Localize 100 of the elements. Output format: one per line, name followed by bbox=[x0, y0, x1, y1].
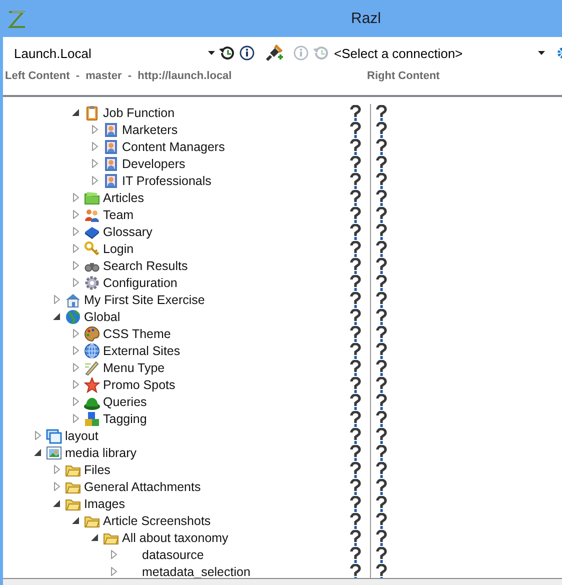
question-mark-icon bbox=[376, 342, 387, 358]
plug-icon[interactable] bbox=[264, 43, 284, 63]
question-mark-icon bbox=[350, 240, 361, 256]
tree-item[interactable]: Login bbox=[103, 242, 134, 256]
tree-item[interactable]: Articles bbox=[103, 190, 144, 204]
picture-icon bbox=[46, 444, 62, 460]
person-icon bbox=[103, 122, 119, 138]
tree-item[interactable]: Queries bbox=[103, 394, 147, 408]
question-mark-icon bbox=[350, 428, 361, 444]
tree-item[interactable]: Glossary bbox=[103, 224, 152, 238]
blocks-icon bbox=[84, 410, 100, 426]
question-mark-icon bbox=[376, 512, 387, 528]
pencil-icon bbox=[84, 360, 100, 376]
question-mark-icon bbox=[376, 156, 387, 172]
window-title: Razl bbox=[351, 10, 382, 27]
tree-item[interactable]: Team bbox=[103, 208, 134, 222]
connection-dropdown[interactable]: <Select a connection> bbox=[334, 46, 538, 60]
tree-item[interactable]: Configuration bbox=[103, 276, 178, 290]
question-mark-icon bbox=[376, 478, 387, 494]
tree-item[interactable]: All about taxonomy bbox=[122, 530, 228, 544]
question-mark-icon bbox=[376, 410, 387, 426]
question-mark-icon bbox=[376, 462, 387, 478]
tree-item[interactable]: Job Function bbox=[103, 106, 175, 120]
question-mark-icon bbox=[376, 122, 387, 138]
tree-item[interactable]: media library bbox=[65, 446, 137, 460]
question-mark-icon bbox=[350, 156, 361, 172]
tree-item[interactable]: Article Screenshots bbox=[103, 514, 211, 528]
question-mark-icon bbox=[376, 376, 387, 392]
expander-icon[interactable] bbox=[90, 533, 99, 542]
question-mark-icon bbox=[350, 274, 361, 290]
tree-item[interactable]: General Attachments bbox=[84, 480, 201, 494]
question-mark-icon bbox=[350, 530, 361, 546]
clipboard-icon bbox=[84, 104, 100, 120]
tree-item[interactable]: Global bbox=[84, 310, 120, 324]
info-icon[interactable] bbox=[239, 45, 255, 61]
question-mark-icon bbox=[350, 360, 361, 376]
question-mark-icon bbox=[350, 292, 361, 308]
house-icon bbox=[65, 292, 81, 308]
tree-item[interactable]: layout bbox=[65, 428, 98, 442]
question-mark-icon bbox=[350, 564, 361, 578]
question-mark-icon bbox=[376, 360, 387, 376]
question-mark-icon bbox=[376, 104, 387, 120]
palette-icon bbox=[84, 326, 100, 342]
horizontal-scrollbar[interactable] bbox=[3, 578, 562, 585]
connection-dropdown[interactable]: Launch.Local bbox=[14, 46, 208, 60]
expander-icon[interactable] bbox=[71, 108, 80, 117]
tree-item[interactable]: CSS Theme bbox=[103, 326, 171, 340]
question-mark-icon bbox=[350, 512, 361, 528]
person-icon bbox=[103, 138, 119, 154]
question-mark-icon bbox=[376, 172, 387, 188]
expander-icon[interactable] bbox=[33, 448, 42, 457]
expander-icon[interactable] bbox=[52, 499, 61, 508]
expander-icon[interactable] bbox=[52, 312, 61, 321]
question-mark-icon bbox=[376, 138, 387, 154]
caret-icon bbox=[538, 51, 545, 55]
question-mark-icon bbox=[376, 394, 387, 410]
question-mark-icon bbox=[350, 326, 361, 342]
question-mark-icon bbox=[376, 564, 387, 578]
column-header: Left Content - master - http://launch.local bbox=[5, 70, 233, 82]
question-mark-icon bbox=[376, 224, 387, 240]
history-icon[interactable] bbox=[218, 44, 236, 62]
tree-item[interactable]: Tagging bbox=[103, 412, 147, 426]
question-mark-icon bbox=[350, 308, 361, 324]
tree-item[interactable]: Files bbox=[84, 462, 110, 476]
gear-icon bbox=[84, 274, 100, 290]
expander-icon[interactable] bbox=[71, 516, 80, 525]
question-mark-icon bbox=[376, 206, 387, 222]
question-mark-icon bbox=[376, 326, 387, 342]
question-mark-icon bbox=[350, 546, 361, 562]
question-mark-icon bbox=[376, 258, 387, 274]
question-mark-icon bbox=[350, 138, 361, 154]
question-mark-icon bbox=[350, 462, 361, 478]
question-mark-icon bbox=[350, 376, 361, 392]
question-mark-icon bbox=[350, 444, 361, 460]
tree-item[interactable]: IT Professionals bbox=[122, 174, 212, 188]
question-mark-icon bbox=[350, 410, 361, 426]
tree-item[interactable]: Menu Type bbox=[103, 360, 165, 374]
column-header: Right Content bbox=[367, 70, 440, 82]
tree-item[interactable]: Content Managers bbox=[122, 140, 225, 154]
tree-item[interactable]: Promo Spots bbox=[103, 378, 176, 392]
question-mark-icon bbox=[376, 190, 387, 206]
star-icon bbox=[84, 376, 100, 392]
question-mark-icon bbox=[350, 496, 361, 512]
key-icon bbox=[84, 240, 100, 256]
question-mark-icon bbox=[350, 394, 361, 410]
tree-item[interactable]: External Sites bbox=[103, 344, 180, 358]
tree-item[interactable]: metadata_selection bbox=[142, 564, 250, 578]
person-icon bbox=[103, 156, 119, 172]
question-mark-icon bbox=[376, 274, 387, 290]
tree-item[interactable]: Marketers bbox=[122, 122, 178, 136]
question-mark-icon bbox=[376, 428, 387, 444]
question-mark-icon bbox=[350, 258, 361, 274]
person-icon bbox=[103, 172, 119, 188]
tree-item[interactable]: Images bbox=[84, 496, 125, 510]
tree-item[interactable]: datasource bbox=[142, 548, 204, 562]
tree-item[interactable]: Search Results bbox=[103, 258, 188, 272]
question-mark-icon bbox=[350, 122, 361, 138]
tree-item[interactable]: My First Site Exercise bbox=[84, 292, 205, 306]
question-mark-icon bbox=[376, 240, 387, 256]
tree-item[interactable]: Developers bbox=[122, 156, 186, 170]
